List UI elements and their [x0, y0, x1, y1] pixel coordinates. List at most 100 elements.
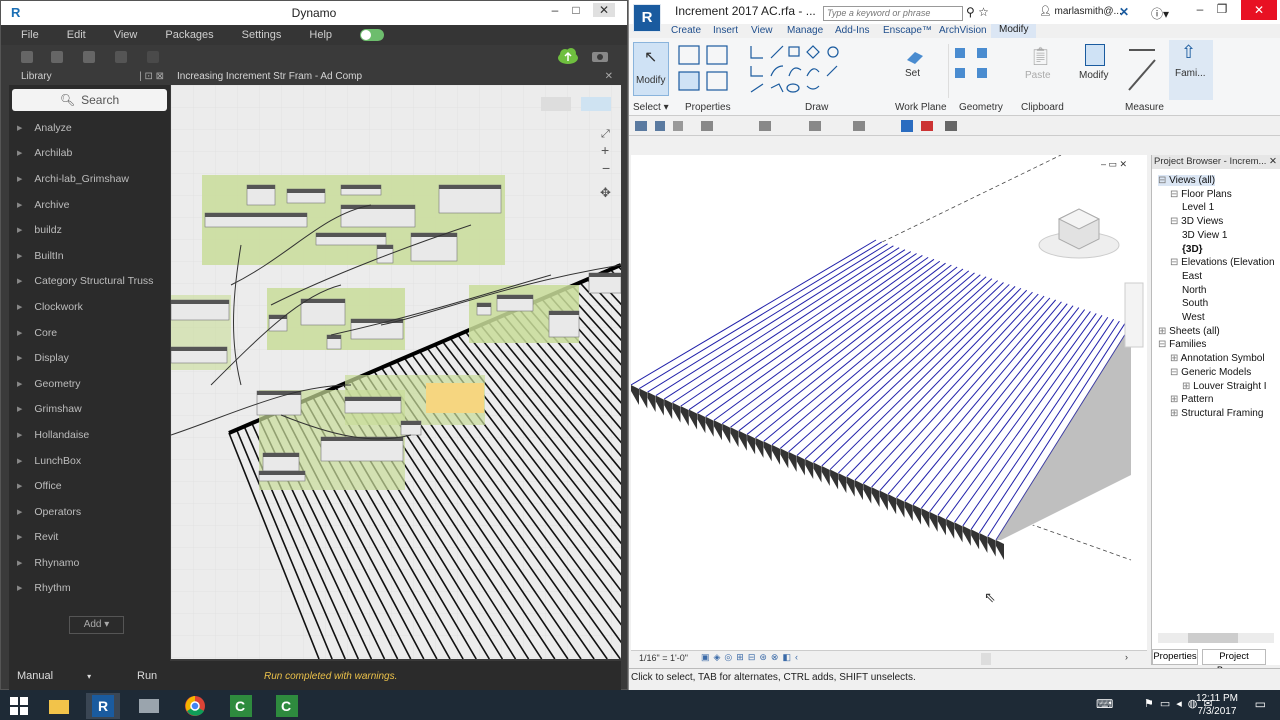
library-item[interactable]: ▶ Rhynamo: [9, 550, 170, 576]
browser-node-east[interactable]: East: [1182, 271, 1202, 282]
browser-node-south[interactable]: South: [1182, 298, 1208, 309]
group-select[interactable]: Select ▾: [633, 102, 669, 113]
browser-node-view3d[interactable]: {3D}: [1182, 244, 1203, 255]
user-account[interactable]: 👤︎ marlasmith@...: [1039, 6, 1122, 17]
notifications-icon[interactable]: ▭: [1255, 697, 1266, 711]
node-highlighted[interactable]: [426, 383, 484, 413]
menu-settings[interactable]: Settings: [242, 29, 282, 41]
view-scale[interactable]: 1/16" = 1'-0": [639, 653, 688, 663]
zoom-in-icon[interactable]: +: [601, 142, 609, 158]
open-file-icon[interactable]: [51, 51, 63, 63]
menu-file[interactable]: File: [21, 29, 39, 41]
keyboard-icon[interactable]: ⌨: [1096, 697, 1113, 711]
library-item[interactable]: ▶ Clockwork: [9, 294, 170, 320]
horizontal-scrollbar[interactable]: [981, 653, 991, 665]
help-icon[interactable]: ⓘ▾: [1151, 5, 1169, 22]
menu-packages[interactable]: Packages: [165, 29, 213, 41]
add-button[interactable]: Add ▾: [69, 616, 124, 634]
tab-view[interactable]: View: [751, 25, 773, 36]
zoom-out-icon[interactable]: −: [602, 160, 610, 176]
expand-icon[interactable]: ⊞: [1158, 326, 1169, 337]
workspace-tab[interactable]: Increasing Increment Str Fram - Ad Comp …: [171, 69, 621, 85]
browser-node-views-all[interactable]: ⊟ Views (all): [1158, 175, 1216, 186]
library-item[interactable]: ▶ Archilab: [9, 141, 170, 167]
3d-view-canvas[interactable]: ⇖ – ▭ ✕: [631, 155, 1147, 650]
system-clock[interactable]: 12:11 PM 7/3/2017: [1196, 692, 1238, 718]
revit-close-icon[interactable]: ✕: [1241, 0, 1277, 20]
browser-scrollbar[interactable]: [1158, 633, 1274, 643]
browser-node-elevations[interactable]: ⊟ Elevations (Elevation: [1170, 257, 1275, 268]
camtasia-recorder-icon[interactable]: C: [270, 693, 304, 719]
browser-node-pattern[interactable]: ⊞ Pattern: [1170, 394, 1213, 405]
redo-icon[interactable]: [147, 51, 159, 63]
revit-taskbar-icon[interactable]: R: [86, 693, 120, 719]
library-item[interactable]: ▶ Core: [9, 320, 170, 346]
library-search-input[interactable]: 🔍︎ Search: [12, 89, 167, 111]
library-item[interactable]: ▶ Office: [9, 473, 170, 499]
revit-minimize-icon[interactable]: –: [1189, 2, 1211, 16]
close-icon[interactable]: ✕: [593, 3, 615, 17]
browser-close-icon[interactable]: ✕: [1269, 155, 1277, 169]
library-item[interactable]: ▶ Rhythm: [9, 576, 170, 602]
exchange-icon[interactable]: ✕: [1119, 5, 1129, 19]
collapse-icon[interactable]: ⊟: [1170, 257, 1181, 268]
menu-help[interactable]: Help: [309, 29, 332, 41]
browser-node-structural[interactable]: ⊞ Structural Framing: [1170, 408, 1263, 419]
draw-tools-icons[interactable]: [675, 42, 895, 98]
toggle-icon[interactable]: [360, 29, 385, 41]
collapse-icon[interactable]: ⊟: [1158, 339, 1169, 350]
library-item[interactable]: ▶ BuiltIn: [9, 243, 170, 269]
library-item[interactable]: ▶ buildz: [9, 217, 170, 243]
tab-add-ins[interactable]: Add-Ins: [835, 25, 869, 36]
set-button[interactable]: Set: [895, 44, 949, 98]
cloud-upload-icon[interactable]: [557, 47, 579, 65]
minimize-icon[interactable]: –: [544, 3, 566, 17]
dynamo-canvas[interactable]: ⤢ + − ✥: [171, 85, 621, 659]
library-item[interactable]: ▶ LunchBox: [9, 448, 170, 474]
collapse-icon[interactable]: ⊟: [1170, 189, 1181, 200]
run-mode-dropdown[interactable]: Manual ▾: [17, 670, 91, 682]
new-file-icon[interactable]: [21, 51, 33, 63]
browser-node-views3d[interactable]: ⊟ 3D Views: [1170, 216, 1223, 227]
library-item[interactable]: ▶ Category Structural Truss: [9, 269, 170, 295]
browser-node-louver[interactable]: ⊞ Louver Straight I: [1182, 381, 1267, 392]
library-item[interactable]: ▶ Analyze: [9, 115, 170, 141]
library-item[interactable]: ▶ Grimshaw: [9, 397, 170, 423]
collapse-icon[interactable]: ⊟: [1158, 175, 1169, 186]
library-item[interactable]: ▶ Revit: [9, 525, 170, 551]
camera-icon[interactable]: [591, 49, 609, 63]
library-item[interactable]: ▶ Archive: [9, 192, 170, 218]
collapse-icon[interactable]: ⊟: [1170, 216, 1181, 227]
browser-node-north[interactable]: North: [1182, 285, 1206, 296]
windows-start-icon[interactable]: [2, 693, 36, 719]
fit-view-icon[interactable]: ⤢: [601, 128, 610, 140]
browser-node-level1[interactable]: Level 1: [1182, 202, 1214, 213]
library-item[interactable]: ▶ Display: [9, 345, 170, 371]
view-cube[interactable]: [1038, 208, 1120, 259]
browser-node-families[interactable]: ⊟ Families: [1158, 339, 1206, 350]
view-control-icons[interactable]: ▣◈◎⊞⊟⊛⊗◧‹: [701, 652, 802, 663]
scroll-right-icon[interactable]: ›: [1125, 652, 1128, 662]
browser-node-floor-plans[interactable]: ⊟ Floor Plans: [1170, 189, 1232, 200]
binoculars-icon[interactable]: ⚲ ☆: [966, 5, 989, 19]
pan-icon[interactable]: ✥: [600, 185, 611, 200]
browser-node-view3d1[interactable]: 3D View 1: [1182, 230, 1227, 241]
tab-properties[interactable]: Properties: [1152, 649, 1198, 665]
graph-node[interactable]: [438, 184, 502, 214]
nav-bar[interactable]: [1124, 282, 1144, 348]
expand-icon[interactable]: ⊞: [1170, 353, 1181, 364]
library-item[interactable]: ▶ Geometry: [9, 371, 170, 397]
tab-enscape[interactable]: Enscape™: [883, 25, 932, 36]
menu-edit[interactable]: Edit: [67, 29, 86, 41]
expand-icon[interactable]: ⊞: [1182, 381, 1193, 392]
camtasia-icon[interactable]: C: [224, 693, 258, 719]
chrome-icon[interactable]: [178, 693, 212, 719]
view-window-controls[interactable]: – ▭ ✕: [1101, 159, 1127, 169]
modify-button[interactable]: ↖ Modify: [633, 42, 669, 96]
keyword-search-input[interactable]: Type a keyword or phrase: [823, 6, 963, 21]
library-item[interactable]: ▶ Hollandaise: [9, 422, 170, 448]
save-icon[interactable]: [83, 51, 95, 63]
tab-insert[interactable]: Insert: [713, 25, 738, 36]
browser-node-generic[interactable]: ⊟ Generic Models: [1170, 367, 1251, 378]
library-item[interactable]: ▶ Archi-lab_Grimshaw: [9, 166, 170, 192]
